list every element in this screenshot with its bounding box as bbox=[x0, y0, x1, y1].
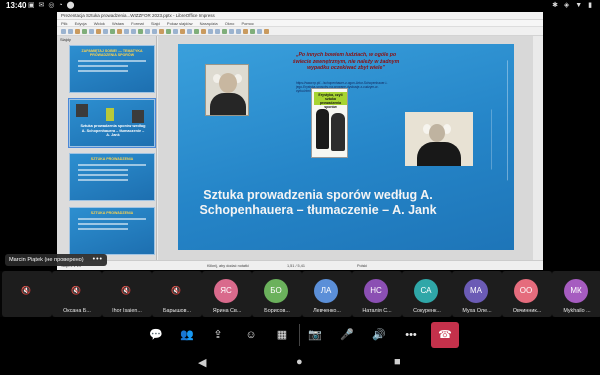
slide-canvas: „Po innych bowiem ludziach, w ogóle po ś… bbox=[158, 36, 533, 260]
reactions-icon[interactable]: ☺ bbox=[241, 325, 261, 345]
menu-item: Slajd bbox=[150, 21, 160, 26]
divider bbox=[299, 324, 300, 346]
slides-pane: Slajdy ZAPAMIĘTAJ SOBIE! — TEMATYKA PROW… bbox=[57, 36, 157, 260]
participant-tile[interactable]: 🔇 Барышов... bbox=[152, 271, 202, 317]
avatar: МА bbox=[464, 279, 488, 303]
shared-screen: Prezentacja Sztuka prowadzenia...WIZZFOR… bbox=[57, 12, 543, 270]
slide-quote: „Po innych bowiem ludziach, w ogóle po ś… bbox=[292, 52, 400, 71]
mic-off-icon[interactable]: 🎤 bbox=[337, 325, 357, 345]
menu-item: Pomoc bbox=[241, 21, 254, 26]
avatar: ОО bbox=[514, 279, 538, 303]
menu-item: Format bbox=[131, 21, 144, 26]
slide-thumbnail: SZTUKA PROWADZENIA bbox=[69, 153, 155, 201]
participant-name: Mykhailo ... bbox=[563, 308, 591, 314]
avatar: БО bbox=[264, 279, 288, 303]
participant-tile[interactable]: 🔇 Оксана Б... bbox=[52, 271, 102, 317]
participant-name: Оксана Б... bbox=[63, 308, 91, 314]
people-icon[interactable]: 👥 bbox=[177, 325, 197, 345]
avatar: ЯС bbox=[214, 279, 238, 303]
participant-tile[interactable]: БО Борисов... bbox=[252, 271, 302, 317]
avatar: НС bbox=[364, 279, 388, 303]
back-icon[interactable]: ◀ bbox=[198, 356, 206, 369]
avatar: 🔇 bbox=[71, 286, 81, 295]
menu-item: Wstaw bbox=[111, 21, 124, 26]
book-cover-image: Erystyka, czyli sztuka prowadzenia sporó… bbox=[311, 88, 348, 158]
speaker-icon[interactable]: 🔊 bbox=[369, 325, 389, 345]
call-controls: 💬 👥 ⇪ ☺ ▦ 📷 🎤 🔊 ••• ☎ bbox=[0, 317, 600, 352]
leave-call-button[interactable]: ☎ bbox=[431, 322, 459, 348]
participant-tile[interactable]: МА Муха Оле... bbox=[452, 271, 502, 317]
thumbnail-title: SZTUKA PROWADZENIA bbox=[90, 211, 134, 215]
presenter-label[interactable]: Marcin Piątek (не проверено) ••• bbox=[5, 254, 107, 266]
schopenhauer-photo-image bbox=[405, 112, 473, 166]
avatar: 🔇 bbox=[171, 286, 181, 295]
avatar: СА bbox=[414, 279, 438, 303]
avatar: 🔇 bbox=[21, 286, 31, 295]
notification-icons: ▣ ✉ ◎ ◔ ⬤ bbox=[28, 2, 76, 9]
cursor-position: 1,51 / 5,41 bbox=[287, 264, 305, 268]
slide-thumbnail: SZTUKA PROWADZENIA bbox=[69, 207, 155, 255]
android-nav-bar: ◀ ● ■ bbox=[0, 352, 600, 375]
slide: „Po innych bowiem ludziach, w ogóle po ś… bbox=[178, 44, 514, 250]
menu-item: Okno bbox=[224, 21, 235, 26]
thumbnail-title: SZTUKA PROWADZENIA bbox=[90, 157, 134, 161]
menu-item: Edycja bbox=[74, 21, 87, 26]
system-icons: ✱ ◈ ▼ ▮ bbox=[552, 2, 594, 9]
participant-tile[interactable]: 🔇 Ihor Isaien... bbox=[102, 271, 152, 317]
menu-item: Plik bbox=[61, 21, 68, 26]
schopenhauer-portrait-image bbox=[205, 64, 249, 116]
participant-tile[interactable]: ЛА Левченко... bbox=[302, 271, 352, 317]
notes-hint: Kliknij, aby dodać notatki bbox=[207, 264, 249, 268]
participant-name: Борисов... bbox=[264, 308, 290, 314]
book-title: Erystyka, czyli sztuka prowadzenia sporó… bbox=[314, 92, 347, 109]
menu-item: Pokaz slajdów bbox=[166, 21, 193, 26]
participant-name: Ярина Св... bbox=[212, 308, 242, 314]
menu-item: Narzędzia bbox=[199, 21, 218, 26]
participant-tile[interactable]: 🔇 bbox=[2, 271, 52, 317]
slide-thumbnail-selected: Sztuka prowadzenia sporów według A. Scho… bbox=[68, 98, 156, 148]
participant-name: Муха Оле... bbox=[462, 308, 492, 314]
participant-tile[interactable]: СА Сокуренк... bbox=[402, 271, 452, 317]
thumbnail-text: Sztuka prowadzenia sporów według A. Scho… bbox=[80, 124, 146, 138]
rooms-icon[interactable]: ▦ bbox=[272, 325, 292, 345]
avatar: 🔇 bbox=[121, 286, 131, 295]
menu-bar: Plik Edycja Widok Wstaw Format Slajd Pok… bbox=[57, 20, 543, 27]
toolbar bbox=[57, 27, 543, 36]
participant-name: Барышов... bbox=[162, 308, 192, 314]
status-bar: 13:40 ▣ ✉ ◎ ◔ ⬤ ✱ ◈ ▼ ▮ bbox=[0, 0, 600, 12]
more-actions-icon[interactable]: ••• bbox=[401, 325, 421, 345]
participant-tile[interactable]: ЯС Ярина Св... bbox=[202, 271, 252, 317]
slides-pane-label: Slajdy bbox=[60, 37, 71, 42]
participant-name: Наталія С... bbox=[362, 308, 392, 314]
clock: 13:40 bbox=[6, 1, 27, 10]
chat-icon[interactable]: 💬 bbox=[146, 325, 166, 345]
slide-thumbnail: ZAPAMIĘTAJ SOBIE! — TEMATYKA PROWADZENIA… bbox=[69, 45, 155, 93]
participant-tile[interactable]: ОО Овчинник... bbox=[502, 271, 552, 317]
impress-status-bar: Slajd 2 z 14 Kliknij, aby dodać notatki … bbox=[57, 260, 543, 270]
participant-name: Овчинник... bbox=[512, 308, 542, 314]
participants-strip: 🔇 🔇 Оксана Б... 🔇 Ihor Isaien... 🔇 Барышов... Я… bbox=[0, 271, 600, 317]
presenter-name: Marcin Piątek (не проверено) bbox=[9, 257, 84, 263]
avatar: ЛА bbox=[314, 279, 338, 303]
participant-name: Сокуренк... bbox=[413, 308, 441, 314]
window-title: Prezentacja Sztuka prowadzenia...WIZZFOR… bbox=[57, 12, 543, 20]
thumbnail-title: ZAPAMIĘTAJ SOBIE! — TEMATYKA PROWADZENIA… bbox=[81, 49, 143, 57]
participant-tile[interactable]: НС Наталія С... bbox=[352, 271, 402, 317]
participant-name: Ihor Isaien... bbox=[112, 308, 142, 314]
share-tray-icon[interactable]: ⇪ bbox=[208, 325, 228, 345]
language: Polski bbox=[357, 264, 368, 268]
camera-off-icon[interactable]: 📷 bbox=[305, 325, 325, 345]
avatar: МК bbox=[564, 279, 588, 303]
participant-tile[interactable]: МК Mykhailo ... bbox=[552, 271, 600, 317]
recents-icon[interactable]: ■ bbox=[394, 356, 401, 368]
menu-item: Widok bbox=[93, 21, 105, 26]
more-options-icon[interactable]: ••• bbox=[93, 254, 103, 266]
participant-name: Левченко... bbox=[313, 308, 341, 314]
home-icon[interactable]: ● bbox=[296, 356, 303, 368]
slide-title: Sztuka prowadzenia sporów według A. Scho… bbox=[199, 188, 437, 218]
